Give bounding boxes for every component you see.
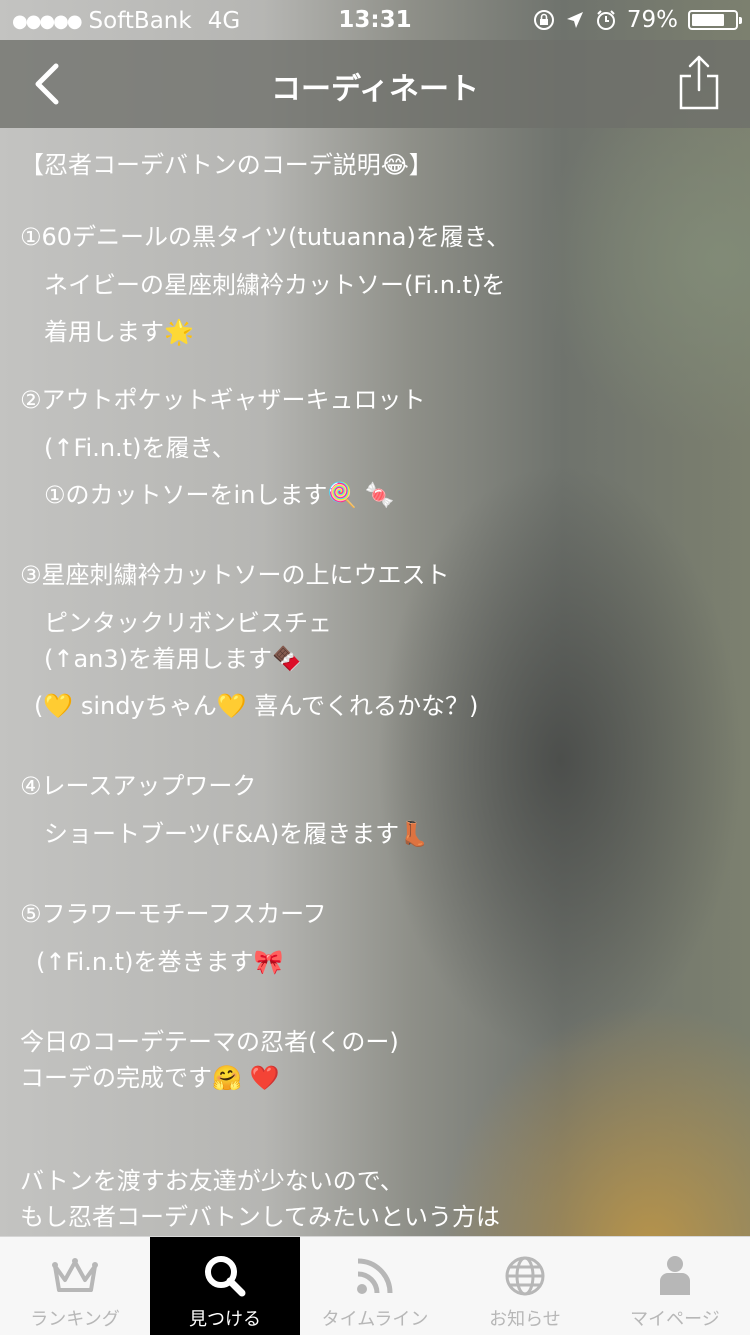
tab-label: 見つける xyxy=(189,1309,261,1330)
location-icon xyxy=(566,12,583,28)
battery-tip xyxy=(739,17,742,24)
description-line: (↑Fi.n.t)を履き、 xyxy=(44,434,236,462)
description-line: バトンを渡すお友達が少ないので、 xyxy=(20,1167,404,1195)
tab-notifications[interactable]: お知らせ xyxy=(450,1237,600,1335)
coordinate-description: 【忍者コーデバトンのコーデ説明😂】 ①60デニールの黒タイツ(tutuanna)… xyxy=(0,128,750,1236)
description-line: 着用します🌟 xyxy=(44,318,194,346)
rotation-lock-icon xyxy=(533,10,554,30)
globe-icon xyxy=(500,1253,550,1299)
description-line: (↑Fi.n.t)を巻きます🎀 xyxy=(36,948,284,976)
tab-ranking[interactable]: ランキング xyxy=(0,1237,150,1335)
page-title: コーディネート xyxy=(271,72,479,107)
tab-label: マイページ xyxy=(630,1309,720,1330)
tab-label: タイムライン xyxy=(321,1309,429,1330)
description-line: ②アウトポケットギャザーキュロット xyxy=(20,386,426,414)
tab-label: ランキング xyxy=(30,1309,120,1330)
share-icon xyxy=(679,55,719,110)
navigation-bar: コーディネート xyxy=(0,40,750,128)
description-line: もし忍者コーデバトンしてみたいという方は xyxy=(20,1203,500,1231)
description-line: ピンタックリボンビスチェ xyxy=(44,609,332,637)
description-line: ①60デニールの黒タイツ(tutuanna)を履き、 xyxy=(20,223,511,251)
search-icon xyxy=(200,1253,250,1299)
description-line: ③星座刺繍衿カットソーの上にウエスト xyxy=(20,561,450,589)
description-line: ④レースアップワーク xyxy=(20,772,257,800)
description-line: ①のカットソーをinします🍭 🍬 xyxy=(44,481,395,509)
tab-bar: ランキング 見つける タイムライン お知らせ マイページ xyxy=(0,1236,750,1335)
battery-icon xyxy=(688,10,742,30)
person-icon xyxy=(650,1253,700,1299)
alarm-icon xyxy=(596,10,615,30)
description-line: (↑an3)を着用します🍫 xyxy=(44,645,302,673)
description-line: ⑤フラワーモチーフスカーフ xyxy=(20,900,327,928)
battery-percent: 79% xyxy=(626,7,678,33)
tab-timeline[interactable]: タイムライン xyxy=(300,1237,450,1335)
rss-icon xyxy=(350,1253,400,1299)
crown-icon xyxy=(50,1253,100,1299)
description-line: ネイビーの星座刺繍衿カットソー(Fi.n.t)を xyxy=(44,271,506,299)
share-button[interactable] xyxy=(676,54,722,112)
description-line: ショートブーツ(F&A)を履きます👢 xyxy=(44,820,430,848)
battery-level xyxy=(692,14,725,26)
description-line: (💛 sindyちゃん💛 喜んでくれるかな？) xyxy=(34,692,479,720)
description-line: 【忍者コーデバトンのコーデ説明😂】 xyxy=(20,151,433,179)
tab-label: お知らせ xyxy=(489,1309,561,1330)
tab-mypage[interactable]: マイページ xyxy=(600,1237,750,1335)
tab-discover[interactable]: 見つける xyxy=(150,1237,300,1335)
status-bar: ●●●●● SoftBank 4G 13:31 79% xyxy=(0,0,750,40)
description-line: コーデの完成です🤗 ❤️ xyxy=(20,1064,280,1092)
description-line: 今日のコーデテーマの忍者(くのー) xyxy=(20,1028,399,1056)
